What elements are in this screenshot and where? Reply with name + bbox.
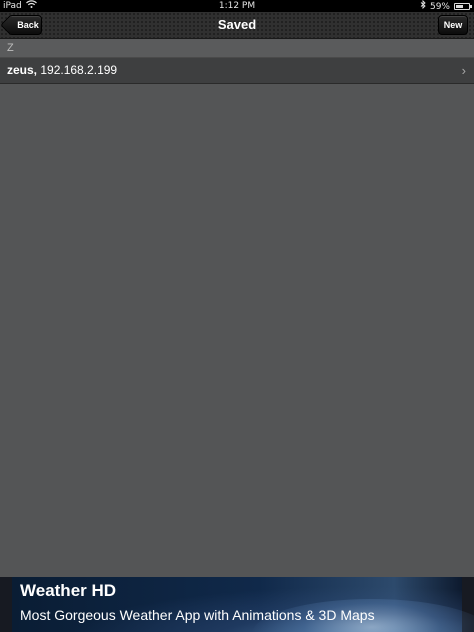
list-item-zeus[interactable]: zeus, 192.168.2.199 › [0, 57, 474, 84]
ad-banner[interactable]: Weather HD Most Gorgeous Weather App wit… [0, 577, 474, 632]
back-button-label: Back [17, 20, 39, 30]
new-button[interactable]: New [438, 15, 468, 35]
navigation-bar: Back Saved New [0, 12, 474, 39]
connection-address: 192.168.2.199 [37, 63, 118, 77]
ad-image: Weather HD Most Gorgeous Weather App wit… [12, 577, 474, 632]
ad-subtitle: Most Gorgeous Weather App with Animation… [20, 607, 375, 623]
status-time: 1:12 PM [218, 1, 256, 11]
ad-title: Weather HD [20, 581, 117, 600]
page-title: Saved [217, 17, 257, 32]
section-header-z: Z [0, 39, 474, 57]
battery-icon [454, 3, 472, 10]
connection-name: zeus, [7, 63, 38, 77]
battery-percent: 59% [429, 1, 450, 12]
status-bar: iPad 1:12 PM 59% [0, 0, 474, 12]
chevron-right-icon: › [461, 63, 466, 78]
battery-level-fill [456, 5, 464, 8]
